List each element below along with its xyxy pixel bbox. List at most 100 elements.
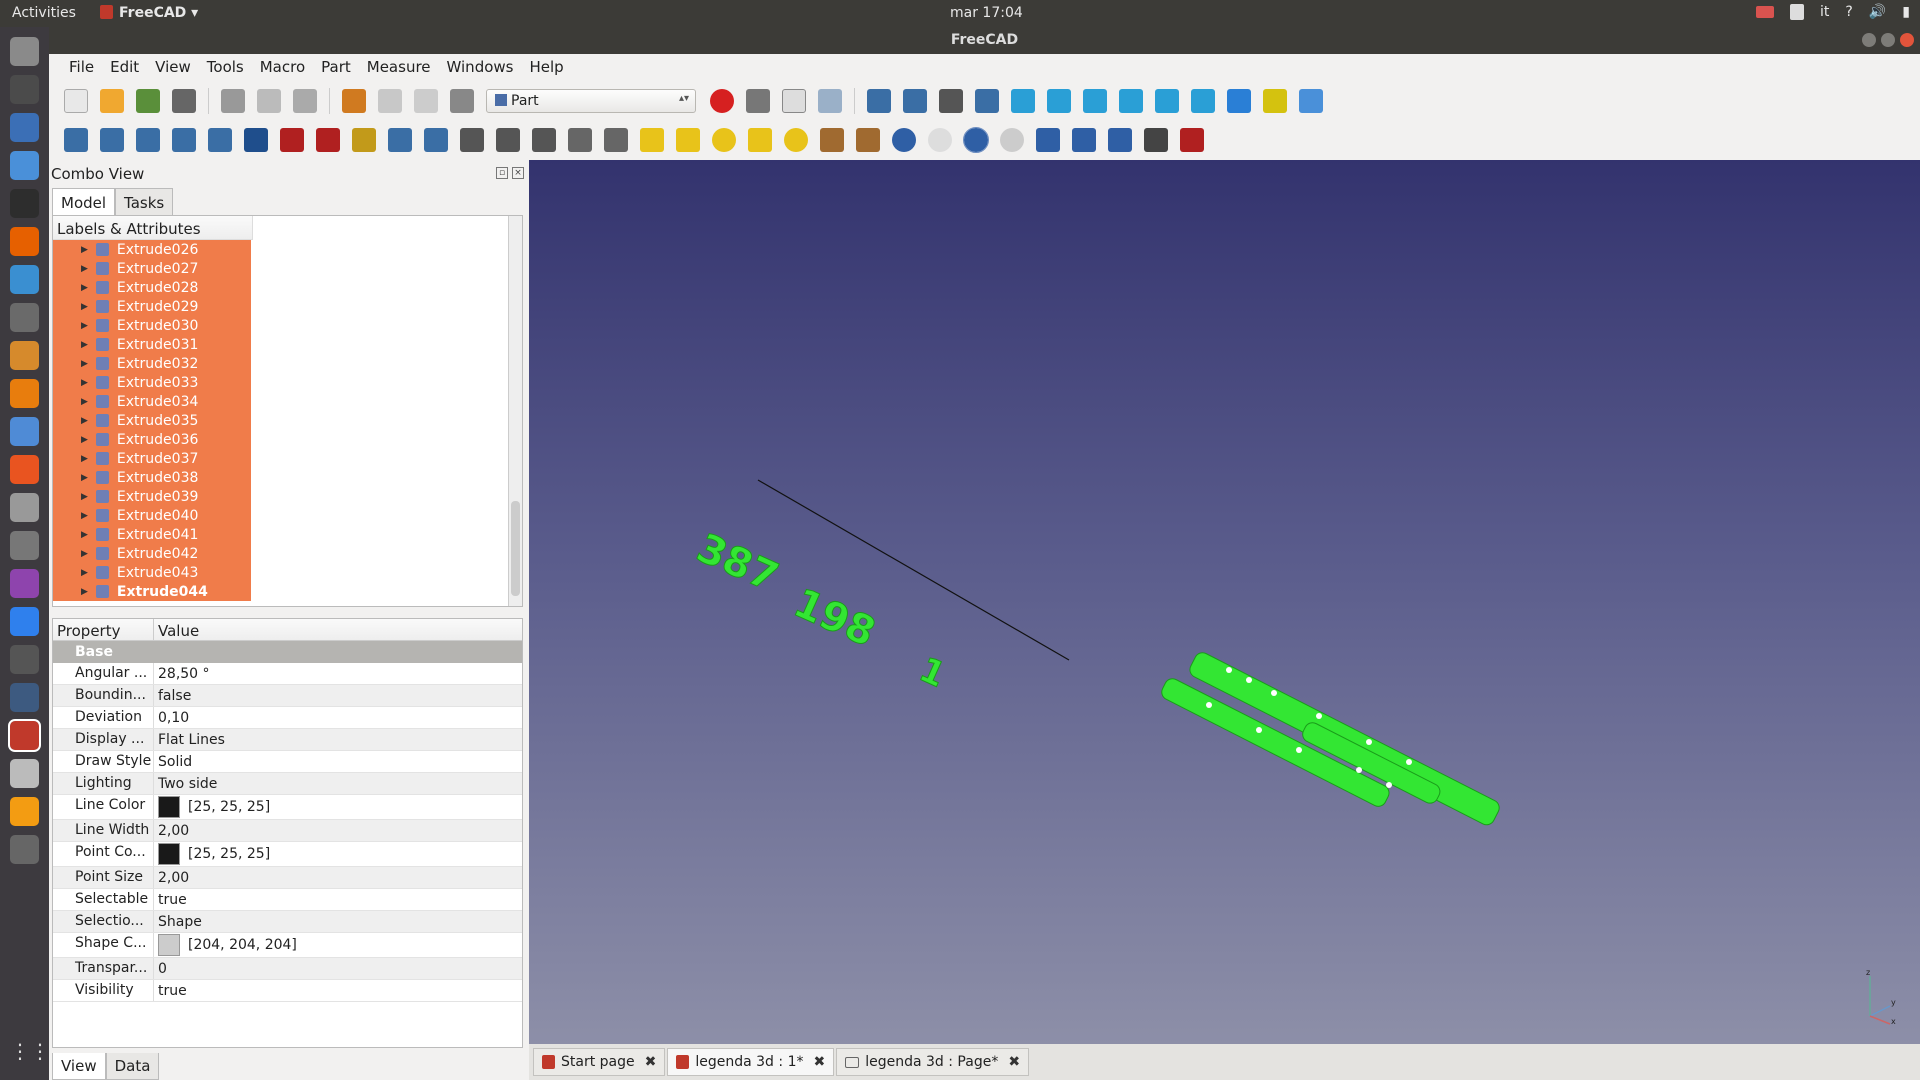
writer-icon[interactable] [10, 113, 39, 142]
defeaturing-icon[interactable] [1180, 128, 1204, 152]
menu-tools[interactable]: Tools [199, 54, 252, 80]
save-icon[interactable] [136, 89, 160, 113]
paste-icon[interactable] [293, 89, 317, 113]
sketch-line[interactable] [757, 479, 1070, 661]
tab-view[interactable]: View [52, 1053, 106, 1080]
media-icon[interactable] [10, 569, 39, 598]
make-face-icon[interactable] [244, 128, 268, 152]
property-value-cell[interactable]: 2,00 [154, 870, 189, 886]
menu-macro[interactable]: Macro [252, 54, 313, 80]
browser-icon[interactable] [10, 151, 39, 180]
property-value-cell[interactable]: Shape [154, 914, 202, 930]
tab-start-page[interactable]: Start page ✖ [533, 1048, 666, 1076]
record-macro-icon[interactable] [710, 89, 734, 113]
app-menu[interactable]: FreeCAD ▾ [100, 5, 198, 21]
property-row[interactable]: Line Color [25, 25, 25] [53, 795, 522, 820]
impress-icon[interactable] [10, 417, 39, 446]
close-panel-icon[interactable]: × [512, 167, 524, 179]
property-row[interactable]: Selectable true [53, 889, 522, 911]
explode-compound-icon[interactable] [1144, 128, 1168, 152]
tree-item[interactable]: ▶ Extrude036 [53, 430, 251, 449]
terminal-app-icon[interactable] [10, 75, 39, 104]
property-row[interactable]: Visibility true [53, 980, 522, 1002]
mirror-icon[interactable] [136, 128, 160, 152]
expand-arrow-icon[interactable]: ▶ [81, 473, 88, 483]
property-row[interactable]: Deviation 0,10 [53, 707, 522, 729]
volume-icon[interactable]: 🔊 [1869, 4, 1886, 20]
revolve-icon[interactable] [100, 128, 124, 152]
expand-arrow-icon[interactable]: ▶ [81, 378, 88, 388]
property-group-base[interactable]: Base [53, 641, 522, 663]
tab-legenda-3d[interactable]: legenda 3d : 1* ✖ [667, 1048, 835, 1076]
property-value-cell[interactable]: 2,00 [154, 823, 189, 839]
expand-arrow-icon[interactable]: ▶ [81, 245, 88, 255]
expand-arrow-icon[interactable]: ▶ [81, 530, 88, 540]
property-row[interactable]: Transpar... 0 [53, 958, 522, 980]
files-icon[interactable] [10, 37, 39, 66]
menu-file[interactable]: File [61, 54, 102, 80]
fuse-icon[interactable] [963, 127, 989, 153]
expand-arrow-icon[interactable]: ▶ [81, 359, 88, 369]
rear-view-icon[interactable] [1119, 89, 1143, 113]
tree-item[interactable]: ▶ Extrude030 [53, 316, 251, 335]
chamfer-icon[interactable] [208, 128, 232, 152]
section-icon[interactable] [496, 128, 520, 152]
3d-text-198[interactable]: 198 [786, 580, 882, 657]
menu-part[interactable]: Part [313, 54, 359, 80]
property-row[interactable]: Lighting Two side [53, 773, 522, 795]
menu-windows[interactable]: Windows [439, 54, 522, 80]
tree-item[interactable]: ▶ Extrude043 [53, 563, 251, 582]
property-value-cell[interactable]: true [154, 892, 187, 908]
3d-text-block[interactable] [1159, 650, 1502, 828]
property-value-cell[interactable]: Flat Lines [154, 732, 225, 748]
draw-icon[interactable] [10, 341, 39, 370]
close-button[interactable] [1900, 33, 1914, 47]
expand-arrow-icon[interactable]: ▶ [81, 511, 88, 521]
expand-arrow-icon[interactable]: ▶ [81, 416, 88, 426]
open-icon[interactable] [100, 89, 124, 113]
bottom-view-icon[interactable] [1155, 89, 1179, 113]
close-tab-icon[interactable]: ✖ [813, 1054, 825, 1070]
transfer-icon[interactable] [10, 607, 39, 636]
edit-macro-icon[interactable] [782, 89, 806, 113]
color-swatch[interactable] [158, 796, 180, 818]
property-value-cell[interactable]: [25, 25, 25] [154, 843, 270, 865]
top-view-icon[interactable] [1047, 89, 1071, 113]
close-tab-icon[interactable]: ✖ [645, 1054, 657, 1070]
clock[interactable]: mar 17:04 [950, 5, 1023, 21]
3d-viewport[interactable]: 387 198 1 z y x [529, 160, 1920, 1044]
software-center-icon[interactable] [10, 455, 39, 484]
cut-icon[interactable] [221, 89, 245, 113]
property-value-cell[interactable]: [25, 25, 25] [154, 796, 270, 818]
compound-filter-icon[interactable] [1108, 128, 1132, 152]
tree-item[interactable]: ▶ Extrude041 [53, 525, 251, 544]
maximize-button[interactable] [1881, 33, 1895, 47]
menu-help[interactable]: Help [521, 54, 571, 80]
property-value-cell[interactable]: Two side [154, 776, 217, 792]
firefox-icon[interactable] [10, 227, 39, 256]
tree-scrollbar[interactable] [508, 216, 522, 606]
activities-button[interactable]: Activities [12, 5, 76, 21]
expand-arrow-icon[interactable]: ▶ [81, 435, 88, 445]
color-swatch[interactable] [158, 843, 180, 865]
editor-icon[interactable] [10, 265, 39, 294]
disk-icon[interactable] [10, 645, 39, 674]
part-icon[interactable] [1263, 89, 1287, 113]
new-document-icon[interactable] [64, 89, 88, 113]
menu-edit[interactable]: Edit [102, 54, 147, 80]
thickness-icon[interactable] [424, 128, 448, 152]
fillet-icon[interactable] [172, 128, 196, 152]
boolean-icon[interactable] [892, 128, 916, 152]
tree-item[interactable]: ▶ Extrude031 [53, 335, 251, 354]
property-row[interactable]: Display ... Flat Lines [53, 729, 522, 751]
screen-record-icon[interactable] [1756, 6, 1775, 18]
box-icon[interactable] [640, 128, 664, 152]
menu-view[interactable]: View [147, 54, 199, 80]
property-row[interactable]: Selectio... Shape [53, 911, 522, 933]
workbench-selector[interactable]: Part ▴▾ [486, 89, 696, 113]
left-view-icon[interactable] [1191, 89, 1215, 113]
cylinder-icon[interactable] [676, 128, 700, 152]
whats-this-icon[interactable] [450, 89, 474, 113]
extrude-icon[interactable] [64, 128, 88, 152]
print-icon[interactable] [172, 89, 196, 113]
